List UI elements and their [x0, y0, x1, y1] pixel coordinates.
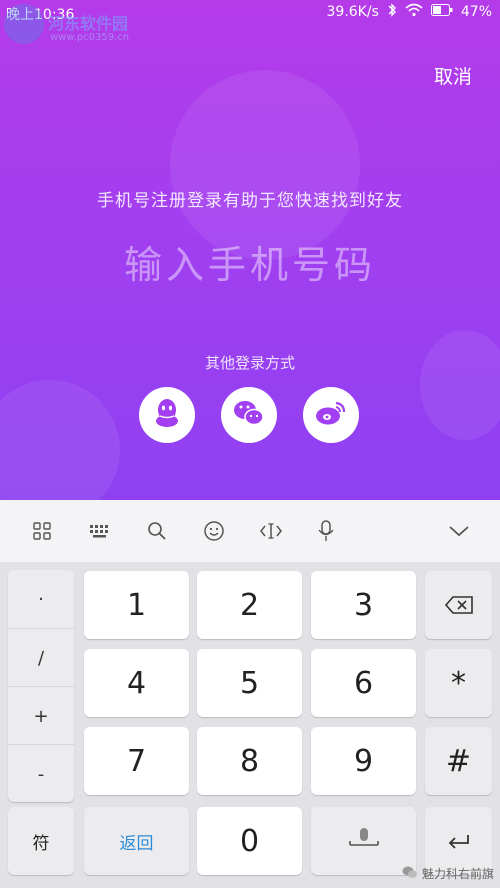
digit-key-9[interactable]: 9 — [311, 727, 416, 795]
wifi-icon — [405, 3, 423, 21]
cursor-icon[interactable] — [258, 518, 284, 544]
watermark-url: www.pc0359.cn — [50, 32, 130, 43]
microphone-icon[interactable] — [313, 518, 339, 544]
delete-key[interactable] — [425, 571, 492, 639]
digit-key-3[interactable]: 3 — [311, 571, 416, 639]
symbol-key[interactable]: / — [8, 628, 74, 687]
digit-key-0[interactable]: 0 — [197, 807, 302, 875]
qq-login-button[interactable] — [139, 387, 195, 443]
weibo-login-button[interactable] — [303, 387, 359, 443]
battery-level: 47% — [460, 4, 492, 20]
symbol-column: · / + - — [8, 570, 74, 802]
wechat-icon — [402, 865, 418, 882]
weibo-icon — [314, 399, 348, 431]
phone-screen: 晚上10:36 39.6K/s 47% 河东软件园 www.pc0359.cn … — [0, 0, 500, 888]
emoji-icon[interactable] — [201, 518, 227, 544]
battery-icon — [430, 4, 453, 20]
keyboard-toolbar — [0, 500, 500, 563]
watermark-logo — [4, 4, 44, 44]
search-icon[interactable] — [144, 518, 170, 544]
chevron-down-icon[interactable] — [446, 518, 472, 544]
cancel-button[interactable]: 取消 — [434, 62, 472, 89]
bluetooth-icon — [387, 3, 397, 21]
back-key[interactable]: 返回 — [84, 807, 189, 875]
background-decoration — [170, 70, 360, 260]
digit-key-5[interactable]: 5 — [197, 649, 302, 717]
digit-key-7[interactable]: 7 — [84, 727, 189, 795]
background-decoration — [420, 330, 500, 440]
wechat-icon — [232, 398, 266, 432]
keyboard-icon[interactable] — [87, 518, 113, 544]
watermark-title: 河东软件园 — [48, 14, 129, 33]
phone-number-input[interactable]: 输入手机号码 — [0, 234, 500, 289]
background-decoration — [0, 380, 120, 500]
symbol-mode-key[interactable]: 符 — [8, 807, 74, 875]
digit-key-2[interactable]: 2 — [197, 571, 302, 639]
other-login-label: 其他登录方式 — [204, 354, 295, 372]
corner-watermark: 魅力科右前旗 — [402, 865, 494, 882]
digit-key-1[interactable]: 1 — [84, 571, 189, 639]
login-hint: 手机号注册登录有助于您快速找到好友 — [97, 191, 403, 211]
space-key[interactable] — [311, 807, 416, 875]
digit-key-4[interactable]: 4 — [84, 649, 189, 717]
symbol-key[interactable]: + — [8, 686, 74, 745]
symbol-key[interactable]: - — [8, 744, 74, 803]
qq-icon — [152, 397, 182, 433]
digit-key-6[interactable]: 6 — [311, 649, 416, 717]
numeric-keypad: · / + - 1 2 3 4 5 6 * 7 8 9 # 符 返回 0 魅力科… — [0, 562, 500, 888]
network-speed: 39.6K/s — [326, 4, 379, 20]
hash-key[interactable]: # — [425, 727, 492, 795]
corner-watermark-text: 魅力科右前旗 — [421, 867, 494, 881]
star-key[interactable]: * — [425, 649, 492, 717]
wechat-login-button[interactable] — [221, 387, 277, 443]
status-right: 39.6K/s 47% — [326, 3, 492, 21]
microphone-icon — [347, 824, 381, 859]
enter-icon — [446, 824, 472, 859]
grid-icon[interactable] — [29, 518, 55, 544]
login-panel: 晚上10:36 39.6K/s 47% 河东软件园 www.pc0359.cn … — [0, 0, 500, 500]
digit-key-8[interactable]: 8 — [197, 727, 302, 795]
backspace-icon — [444, 588, 474, 623]
symbol-key[interactable]: · — [8, 570, 74, 628]
